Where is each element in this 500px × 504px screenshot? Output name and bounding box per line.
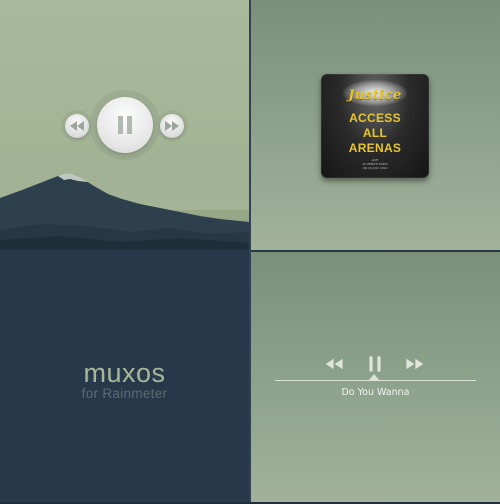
next-button[interactable] bbox=[160, 114, 184, 138]
play-pause-button[interactable] bbox=[97, 97, 153, 153]
track-title: Do You Wanna bbox=[341, 387, 410, 398]
app-title: muxos bbox=[83, 358, 166, 388]
rewind-icon bbox=[70, 121, 84, 131]
album-title-line-2: ALL bbox=[362, 126, 388, 140]
fast-forward-icon bbox=[406, 358, 424, 370]
play-pause-button[interactable] bbox=[365, 354, 385, 374]
fast-forward-icon bbox=[165, 121, 179, 131]
previous-button[interactable] bbox=[323, 356, 345, 372]
branding-panel: muxos muxos for Rainmeter bbox=[0, 252, 249, 502]
album-art-panel: Justice ACCESS ALL ARENAS LIVE AT ZENITH… bbox=[251, 0, 500, 250]
album-brand: Justice bbox=[348, 88, 402, 103]
pause-icon bbox=[118, 116, 132, 134]
album-title-line-1: ACCESS bbox=[349, 111, 401, 125]
mini-player-panel: Do You Wanna bbox=[251, 252, 500, 502]
album-title-line-3: ARENAS bbox=[348, 141, 402, 155]
album-fine-print-3: ON 19 JULY 2012 bbox=[362, 166, 388, 170]
vertical-divider bbox=[249, 0, 251, 504]
rewind-icon bbox=[325, 358, 343, 370]
next-button[interactable] bbox=[404, 356, 426, 372]
pause-icon bbox=[368, 355, 382, 373]
previous-button[interactable] bbox=[65, 114, 89, 138]
mountain-player-panel bbox=[0, 0, 249, 250]
album-cover[interactable]: Justice ACCESS ALL ARENAS LIVE AT ZENITH… bbox=[321, 74, 429, 178]
app-subtitle: for Rainmeter bbox=[81, 386, 168, 401]
track-progress-line[interactable] bbox=[275, 380, 476, 381]
